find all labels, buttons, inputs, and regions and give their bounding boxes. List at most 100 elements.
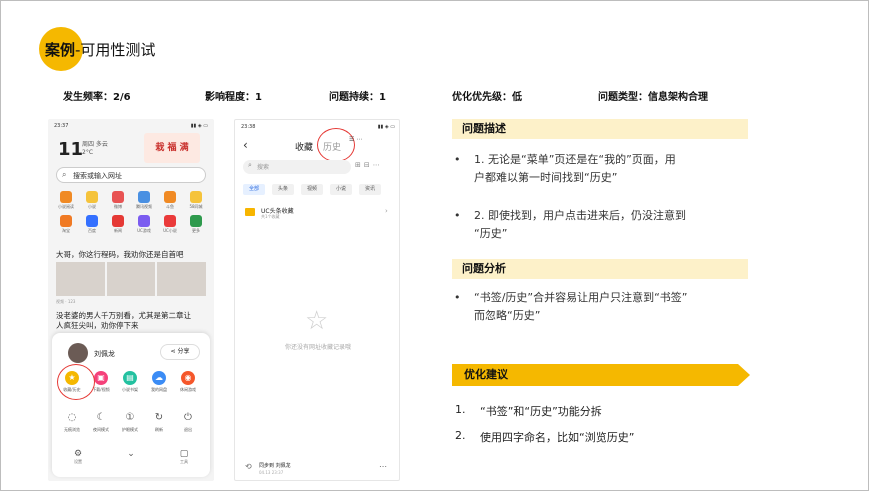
toolbar-button[interactable]: ⚙ 设置 bbox=[66, 449, 90, 465]
favorites-search[interactable]: ⌕ 搜索 bbox=[243, 160, 351, 174]
analysis-heading: 问题分析 bbox=[452, 259, 748, 279]
problem-item-1-line2: 户都难以第一时间找到“历史” bbox=[474, 171, 618, 184]
menu-item-icon: ▣ bbox=[94, 371, 108, 385]
app-label: 淘宝 bbox=[62, 228, 70, 233]
empty-star-icon: ☆ bbox=[305, 306, 329, 336]
app-icon bbox=[138, 191, 150, 203]
problem-item-num: 2. bbox=[474, 209, 488, 222]
sync-title[interactable]: 同步到 刘佩龙 bbox=[259, 462, 291, 469]
menu-item-secondary[interactable]: ◌ 无痕浏览 bbox=[58, 411, 86, 433]
menu-item-primary[interactable]: ◉ 休闲游戏 bbox=[174, 371, 202, 393]
share-button[interactable]: ⋖ 分享 bbox=[160, 344, 200, 360]
news-image bbox=[56, 262, 105, 296]
menu-item-icon: ◌ bbox=[67, 412, 77, 423]
menu-item-secondary[interactable]: ⏻ 退出 bbox=[174, 411, 202, 433]
app-shortcut[interactable]: 更多 bbox=[186, 215, 206, 234]
menu-item-label: 无痕浏览 bbox=[64, 427, 80, 432]
metric-persistence: 问题持续：1 bbox=[329, 92, 386, 103]
app-shortcut[interactable]: 微博 bbox=[108, 191, 128, 210]
user-name[interactable]: 刘佩龙 bbox=[94, 349, 115, 359]
toolbar-button[interactable]: ⌄ bbox=[119, 449, 143, 459]
suggestions-heading: 优化建议 bbox=[452, 364, 750, 386]
filter-chip[interactable]: 资讯 bbox=[359, 184, 381, 195]
app-shortcut[interactable]: UC游戏 bbox=[134, 215, 154, 234]
problem-item-1-line1: 1. 无论是“菜单”页还是在“我的”页面，用 bbox=[474, 151, 676, 169]
app-shortcut[interactable]: 百度 bbox=[82, 215, 102, 234]
toolbar-button[interactable]: ▢ 工具 bbox=[172, 449, 196, 465]
filter-chip[interactable]: 全部 bbox=[243, 184, 265, 195]
back-icon[interactable]: ‹ bbox=[243, 138, 248, 152]
menu-item-icon: ☾ bbox=[96, 412, 106, 423]
search-icon: ⌕ bbox=[248, 161, 252, 169]
menu-item-icon: ▤ bbox=[123, 371, 137, 385]
news-headline-2[interactable]: 没老婆的男人千万别看，尤其是第二章让 人疯狂尖叫，劝你停下来 bbox=[56, 311, 191, 331]
share-label: 分享 bbox=[177, 348, 190, 355]
app-icon bbox=[86, 215, 98, 227]
menu-item-secondary[interactable]: ☾ 夜间模式 bbox=[87, 411, 115, 433]
bullet-dot: • bbox=[454, 291, 461, 304]
news-headline-1[interactable]: 大哥，你这行程码，我劝你还是自首吧 bbox=[56, 249, 184, 260]
app-shortcut[interactable]: 斗鱼 bbox=[160, 191, 180, 210]
metric-type: 问题类型：信息架构合理 bbox=[598, 92, 708, 103]
phone-screenshot-menu: 23:37 ▮▮ ◈ ▭ 11 周四 多云 2°C 栽 福 满 ⌕ 搜索或输入网… bbox=[48, 119, 214, 481]
filter-chip[interactable]: 视频 bbox=[301, 184, 323, 195]
problem-item-text: 无论是“菜单”页还是在“我的”页面，用 bbox=[488, 153, 676, 166]
problem-heading: 问题描述 bbox=[452, 119, 748, 139]
folder-icon bbox=[245, 208, 255, 216]
analysis-line-1: “书签/历史”合并容易让用户只注意到“书签” bbox=[474, 291, 688, 304]
toolbar-label: 设置 bbox=[74, 459, 82, 464]
festival-banner[interactable]: 栽 福 满 bbox=[144, 133, 200, 163]
tab-favorites[interactable]: 收藏 bbox=[295, 140, 313, 153]
chevron-right-icon[interactable]: › bbox=[385, 207, 388, 215]
news-images[interactable] bbox=[56, 262, 207, 296]
app-shortcut[interactable]: UC小说 bbox=[160, 215, 180, 234]
news-image bbox=[157, 262, 207, 296]
phone-screenshot-favorites: 23:38 ▮▮ ◈ ▭ ‹ 收藏 历史 ☰ ⋯ ⌕ 搜索 ⊞⊟⋯ 全部 头条 视频… bbox=[234, 119, 400, 481]
menu-item-label: 我的网盘 bbox=[151, 387, 167, 392]
menu-item-primary[interactable]: ▤ 小说书架 bbox=[116, 371, 144, 393]
analysis-item: • “书签/历史”合并容易让用户只注意到“书签” 而忽略“历史” bbox=[454, 289, 688, 325]
menu-item-icon: ⏻ bbox=[184, 412, 192, 423]
menu-item-secondary[interactable]: ① 护眼模式 bbox=[116, 411, 144, 433]
app-label: 小说 bbox=[88, 204, 96, 209]
menu-sheet: 刘佩龙 ⋖ 分享 ★ 收藏/历史 ▣ 下载/视频 ▤ 小说书架 ☁ 我的网盘 ◉ 休闲游戏 ◌ 无痕… bbox=[52, 333, 210, 477]
highlight-circle bbox=[57, 364, 95, 400]
header-icons[interactable]: ☰ ⋯ bbox=[349, 136, 362, 143]
menu-item-icon: ↻ bbox=[154, 412, 164, 423]
problem-item-2-line1: 2. 即使找到，用户点击进来后，仍没注意到 bbox=[474, 207, 686, 225]
suggestions-heading-text: 优化建议 bbox=[464, 368, 508, 381]
menu-item-primary[interactable]: ☁ 我的网盘 bbox=[145, 371, 173, 393]
menu-item-icon: ☁ bbox=[152, 371, 166, 385]
suggestion-text: “书签”和“历史”功能分拆 bbox=[480, 405, 602, 418]
status-time: 23:38 bbox=[241, 124, 256, 130]
app-shortcut[interactable]: 小说 bbox=[82, 191, 102, 210]
status-icons: ▮▮ ◈ ▭ bbox=[377, 124, 395, 130]
app-icon bbox=[164, 215, 176, 227]
toolbar-icons[interactable]: ⊞⊟⋯ bbox=[355, 161, 383, 169]
filter-chip[interactable]: 头条 bbox=[272, 184, 294, 195]
news2-line: 没老婆的男人千万别看，尤其是第二章让 bbox=[56, 311, 191, 320]
app-shortcut[interactable]: 小说阅读 bbox=[56, 191, 76, 210]
bullet-dot: • bbox=[454, 153, 461, 166]
toolbar-icon: ⚙ bbox=[73, 449, 83, 459]
search-bar[interactable]: ⌕ 搜索或输入网址 bbox=[56, 167, 206, 183]
app-shortcut[interactable]: 58同城 bbox=[186, 191, 206, 210]
app-label: UC游戏 bbox=[137, 228, 151, 233]
app-icon bbox=[138, 215, 150, 227]
app-icon bbox=[60, 191, 72, 203]
filter-chip[interactable]: 小说 bbox=[330, 184, 352, 195]
app-shortcut[interactable]: 腾讯视频 bbox=[134, 191, 154, 210]
menu-item-secondary[interactable]: ↻ 刷新 bbox=[145, 411, 173, 433]
app-shortcut[interactable]: 新闻 bbox=[108, 215, 128, 234]
slide-title: 案例-可用性测试 bbox=[39, 27, 155, 71]
suggestion-num: 2. bbox=[455, 429, 466, 442]
problem-item-2-line2: “历史” bbox=[474, 227, 508, 240]
more-icon[interactable]: ⋯ bbox=[379, 462, 387, 471]
app-icon bbox=[164, 191, 176, 203]
metric-priority: 优化优先级：低 bbox=[452, 92, 522, 103]
app-label: 小说阅读 bbox=[58, 204, 74, 209]
app-label: 微博 bbox=[114, 204, 122, 209]
app-icon bbox=[86, 191, 98, 203]
app-shortcut[interactable]: 淘宝 bbox=[56, 215, 76, 234]
avatar[interactable] bbox=[68, 343, 88, 363]
